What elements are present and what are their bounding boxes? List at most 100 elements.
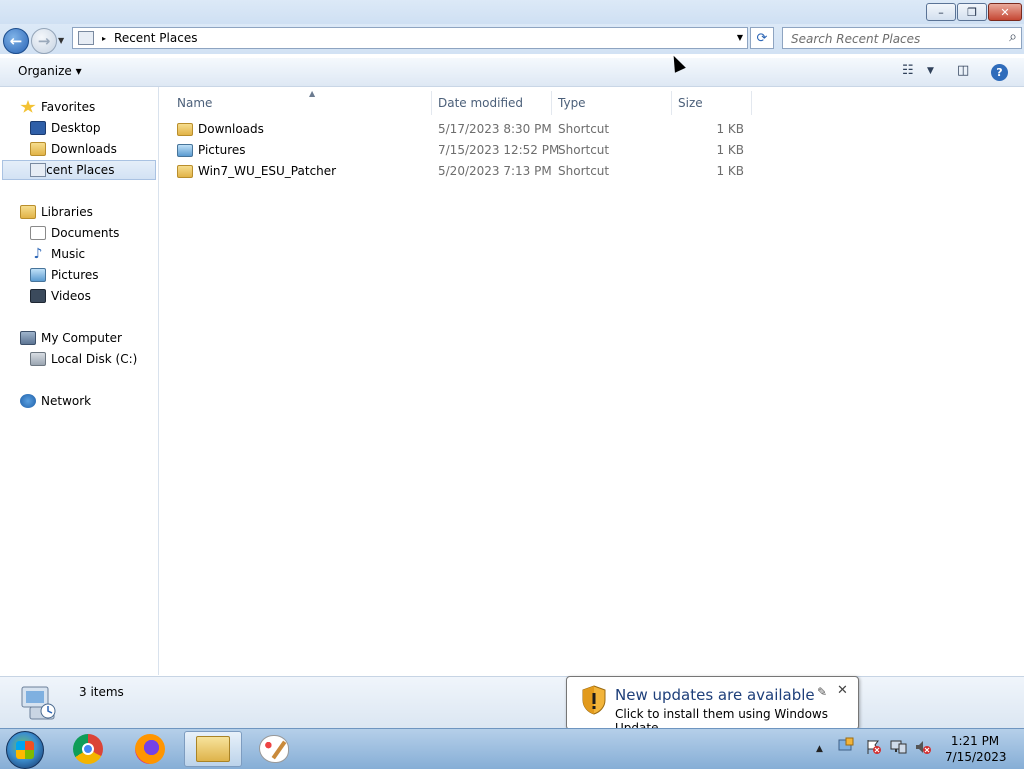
cell-size: 1 KB — [716, 164, 744, 178]
documents-icon — [30, 226, 46, 240]
libraries-icon — [20, 205, 36, 219]
sidebar-item-label: Documents — [51, 226, 120, 240]
network-icon — [20, 394, 36, 408]
paint-palette-icon — [259, 735, 289, 763]
column-header-type[interactable]: Type — [552, 91, 672, 115]
videos-icon — [30, 289, 46, 303]
sidebar-item-label: Music — [51, 247, 86, 261]
windows-logo-icon — [16, 741, 34, 759]
star-icon — [20, 100, 36, 113]
address-bar[interactable]: ▸ Recent Places ▼ — [72, 27, 748, 49]
back-button[interactable]: ← — [3, 28, 29, 54]
command-toolbar: Organize ▾ ☷ ▼ ◫ ? — [0, 58, 1024, 87]
refresh-button[interactable]: ⟳ — [750, 27, 774, 49]
sidebar-item-downloads[interactable]: Downloads — [30, 139, 117, 159]
windows-update-tray-icon[interactable] — [838, 737, 854, 756]
status-bar: 3 items — [0, 676, 1024, 729]
help-icon[interactable]: ? — [991, 64, 1008, 81]
sidebar-group-my-computer[interactable]: My Computer — [20, 328, 122, 348]
organize-button[interactable]: Organize ▾ — [18, 64, 82, 78]
options-wrench-icon[interactable]: ✎ — [817, 685, 827, 699]
taskbar-app-explorer[interactable] — [184, 731, 242, 767]
start-button[interactable] — [6, 731, 44, 769]
forward-button[interactable]: → — [31, 28, 57, 54]
sidebar-item-desktop[interactable]: Desktop — [30, 118, 101, 138]
preview-pane-icon[interactable]: ◫ — [957, 63, 969, 78]
back-arrow-icon: ← — [9, 32, 23, 50]
notification-title: New updates are available — [615, 686, 815, 704]
recent-pages-dropdown[interactable]: ▼ — [58, 36, 64, 45]
column-label: Name — [177, 96, 213, 110]
explorer-window: – ❐ ✕ ← → ▼ ▸ Recent Places ▼ ⟳ ⌕ Organi… — [0, 0, 1024, 729]
action-center-flag-icon[interactable] — [866, 739, 882, 758]
sidebar-group-network[interactable]: Network — [20, 391, 91, 411]
minimize-button[interactable]: – — [926, 3, 956, 21]
sidebar-item-label: Local Disk (C:) — [51, 352, 138, 366]
recent-places-icon — [78, 31, 94, 45]
refresh-icon: ⟳ — [756, 30, 768, 46]
column-header-name[interactable]: ▲ Name — [171, 89, 432, 115]
sidebar-group-label: Libraries — [41, 205, 93, 219]
cell-size: 1 KB — [716, 122, 744, 136]
navigation-bar: ← → ▼ ▸ Recent Places ▼ ⟳ ⌕ — [0, 24, 1024, 54]
address-dropdown-icon[interactable]: ▼ — [737, 33, 743, 42]
computer-icon — [20, 331, 36, 345]
table-row[interactable]: Pictures 7/15/2023 12:52 PM Shortcut 1 K… — [171, 140, 751, 160]
breadcrumb-arrow-icon[interactable]: ▸ — [102, 34, 106, 43]
sidebar-item-documents[interactable]: Documents — [30, 223, 119, 243]
update-notification-balloon[interactable]: New updates are available Click to insta… — [566, 676, 859, 739]
search-icon[interactable]: ⌕ — [1009, 29, 1017, 45]
title-bar[interactable]: – ❐ ✕ — [0, 0, 1024, 24]
sidebar-group-label: Network — [41, 394, 92, 408]
sidebar-item-recent-places[interactable]: Recent Places — [2, 160, 156, 180]
taskbar: ▲ 1:21 PM 7/15/2023 — [0, 728, 1024, 769]
cell-type: Shortcut — [558, 164, 610, 178]
downloads-folder-icon — [30, 142, 46, 156]
sort-ascending-icon: ▲ — [309, 89, 316, 98]
cell-type: Shortcut — [558, 122, 610, 136]
view-dropdown-icon[interactable]: ▼ — [927, 66, 934, 76]
taskbar-app-paint[interactable] — [246, 731, 302, 767]
pictures-icon — [30, 268, 46, 282]
notification-close-button[interactable]: ✕ — [837, 683, 848, 698]
chrome-icon — [73, 734, 103, 764]
recent-places-large-icon — [21, 686, 56, 720]
sidebar-item-pictures[interactable]: Pictures — [30, 265, 99, 285]
music-icon: ♪ — [33, 246, 43, 262]
sidebar-group-favorites[interactable]: Favorites — [20, 97, 95, 117]
taskbar-app-chrome[interactable] — [60, 731, 116, 767]
warning-shield-icon — [582, 685, 606, 715]
cell-type: Shortcut — [558, 143, 610, 157]
view-options-icon[interactable]: ☷ — [902, 63, 914, 78]
table-row[interactable]: Downloads 5/17/2023 8:30 PM Shortcut 1 K… — [171, 119, 751, 139]
column-label: Size — [678, 96, 703, 110]
sidebar-item-music[interactable]: ♪ Music — [30, 244, 86, 264]
maximize-button[interactable]: ❐ — [957, 3, 987, 21]
pictures-shortcut-icon — [177, 143, 193, 157]
show-hidden-icons-button[interactable]: ▲ — [816, 744, 823, 754]
cell-date: 5/20/2023 7:13 PM — [438, 164, 552, 178]
table-row[interactable]: Win7_WU_ESU_Patcher 5/20/2023 7:13 PM Sh… — [171, 161, 751, 181]
column-header-size[interactable]: Size — [672, 91, 752, 115]
sidebar-item-videos[interactable]: Videos — [30, 286, 91, 306]
sidebar-group-libraries[interactable]: Libraries — [20, 202, 93, 222]
close-button[interactable]: ✕ — [988, 3, 1022, 21]
folder-shortcut-icon — [177, 122, 193, 136]
desktop-icon — [30, 121, 46, 135]
local-disk-icon — [30, 352, 46, 366]
navigation-pane: Favorites Desktop Downloads Recent Place… — [0, 87, 159, 675]
volume-muted-icon[interactable] — [914, 739, 932, 758]
network-status-icon[interactable] — [890, 739, 908, 758]
search-input[interactable] — [789, 30, 998, 48]
cell-name: Win7_WU_ESU_Patcher — [177, 161, 336, 181]
sidebar-group-label: My Computer — [41, 331, 122, 345]
system-clock[interactable]: 1:21 PM 7/15/2023 — [945, 733, 1007, 765]
sidebar-item-local-disk[interactable]: Local Disk (C:) — [30, 349, 137, 369]
breadcrumb-location[interactable]: Recent Places — [114, 31, 197, 45]
search-box[interactable]: ⌕ — [782, 27, 1022, 49]
file-list-pane: ▲ Name Date modified Type Size Downloads… — [159, 87, 1024, 675]
taskbar-app-firefox[interactable] — [122, 731, 178, 767]
column-header-date-modified[interactable]: Date modified — [432, 91, 552, 115]
column-label: Type — [558, 96, 586, 110]
recent-places-icon — [30, 163, 46, 177]
